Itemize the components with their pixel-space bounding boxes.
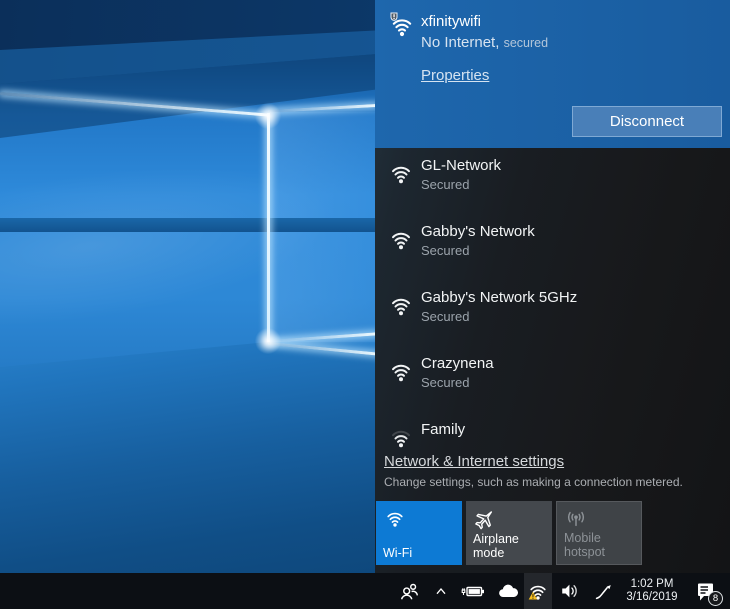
connected-status: No Internet, secured [421,34,548,51]
action-center-button[interactable]: 8 [684,573,726,609]
desktop-screen: xfinitywifi No Internet, secured Propert… [0,0,730,609]
people-button[interactable] [392,573,426,609]
network-security-label: Secured [421,177,469,192]
wifi-warning-icon [527,580,549,602]
network-security-label: Secured [421,309,469,324]
network-name: Gabby's Network 5GHz [421,289,577,306]
volume-tray-button[interactable] [552,573,586,609]
mobile-hotspot-tile-label: Mobile hotspot [564,531,641,559]
pen-icon [592,580,614,602]
people-icon [398,580,420,602]
network-security-label: Secured [421,243,469,258]
wallpaper-light-edge-vertical [267,113,270,342]
properties-link[interactable]: Properties [421,67,489,84]
connected-status-secondary: secured [504,36,548,50]
network-row-family[interactable]: Family [375,412,730,452]
wifi-icon [388,226,414,252]
wifi-warning-shield-icon [388,11,416,39]
system-tray: 1:02 PM 3/16/2019 8 [392,573,726,609]
disconnect-button[interactable]: Disconnect [572,106,722,137]
windows-ink-button[interactable] [586,573,620,609]
battery-charging-icon [460,580,486,602]
wallpaper-glow [253,326,283,356]
onedrive-cloud-icon [495,581,519,601]
wifi-icon [383,507,407,529]
network-settings-link[interactable]: Network & Internet settings [384,453,724,470]
wallpaper-glow [253,101,283,131]
clock-time: 1:02 PM [626,578,677,592]
wifi-icon [388,358,414,384]
volume-icon [558,580,580,602]
notification-count-badge: 8 [708,591,723,606]
hotspot-icon [564,508,588,530]
network-row-gabbys-network-5ghz[interactable]: Gabby's Network 5GHz Secured [375,280,730,346]
quick-actions: Wi-Fi Airplane mode [376,501,642,565]
show-hidden-icons-button[interactable] [426,573,456,609]
network-row-crazynena[interactable]: Crazynena Secured [375,346,730,412]
wifi-weak-icon [388,424,414,450]
wifi-icon [388,160,414,186]
connected-status-primary: No Internet, [421,34,499,51]
battery-tray-button[interactable] [456,573,490,609]
taskbar: 1:02 PM 3/16/2019 8 [0,573,730,609]
network-row-gl-network[interactable]: GL-Network Secured [375,148,730,214]
network-security-label: Secured [421,375,469,390]
network-name: Family [421,421,465,438]
mobile-hotspot-tile[interactable]: Mobile hotspot [556,501,642,565]
network-name: Gabby's Network [421,223,535,240]
connected-network-panel[interactable]: xfinitywifi No Internet, secured Propert… [375,0,730,148]
wifi-toggle-tile[interactable]: Wi-Fi [376,501,462,565]
onedrive-tray-button[interactable] [490,573,524,609]
wifi-tray-button[interactable] [524,573,552,609]
airplane-icon [473,507,497,531]
network-name: Crazynena [421,355,494,372]
network-name: GL-Network [421,157,501,174]
network-list: GL-Network Secured Gabby's Network Secur… [375,148,730,452]
clock-date: 3/16/2019 [626,591,677,605]
wifi-icon [388,292,414,318]
network-settings-hint: Change settings, such as making a connec… [384,475,724,489]
connected-ssid: xfinitywifi [421,13,481,30]
chevron-up-icon [433,583,449,599]
airplane-mode-tile-label: Airplane mode [473,532,552,560]
wifi-tile-label: Wi-Fi [383,546,412,560]
airplane-mode-tile[interactable]: Airplane mode [466,501,552,565]
network-row-gabbys-network[interactable]: Gabby's Network Secured [375,214,730,280]
network-settings-section: Network & Internet settings Change setti… [384,453,724,489]
taskbar-clock[interactable]: 1:02 PM 3/16/2019 [620,573,684,609]
wifi-network-flyout: xfinitywifi No Internet, secured Propert… [375,0,730,573]
